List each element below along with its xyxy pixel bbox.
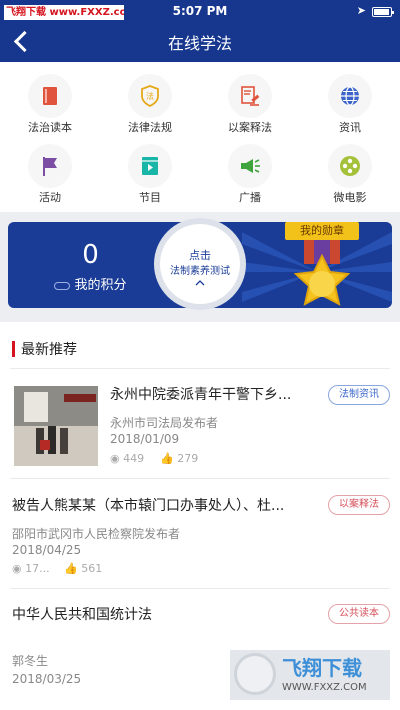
status-time: 5:07 PM [172, 4, 228, 18]
news-thumbnail [14, 386, 98, 466]
divider [10, 588, 390, 589]
score-value: 0 [82, 240, 99, 270]
news-title: 永州中院委派青年干警下乡... [110, 387, 292, 403]
literacy-test-line2: 法制素养测试 [170, 266, 230, 277]
battery-icon [372, 7, 394, 17]
globe-icon [328, 74, 372, 118]
category-label: 法律法规 [128, 121, 172, 134]
score-label: 我的积分 [18, 274, 163, 293]
category-laws[interactable]: 法 法律法规 [100, 68, 200, 136]
section-title: 最新推荐 [21, 342, 77, 358]
news-date: 2018/04/25 [12, 543, 82, 557]
views-count: ◉ 449 [110, 452, 145, 465]
likes-count: 👍 279 [160, 452, 199, 465]
section-accent-bar [12, 341, 15, 357]
eye-icon: ◉ [110, 452, 120, 465]
news-publisher: 永州市司法局发布者 [110, 416, 219, 430]
category-label: 广播 [239, 191, 261, 204]
category-programs[interactable]: 节目 [100, 138, 200, 206]
flag-icon [28, 144, 72, 188]
category-broadcast[interactable]: 广播 [200, 138, 300, 206]
divider [10, 368, 390, 369]
app-header: 飞翔下载 www.FXXZ.com 5:07 PM ➤ 在线学法 [0, 0, 400, 62]
book-icon [28, 74, 72, 118]
news-title: 被告人熊某某（本市辕门口办事处人）、杜... [12, 498, 285, 514]
category-case-law[interactable]: 以案释法 [200, 68, 300, 136]
cloud-icon [54, 281, 71, 290]
category-label: 以案释法 [228, 121, 272, 134]
news-title: 中华人民共和国统计法 [12, 607, 152, 623]
category-label: 资讯 [339, 121, 361, 134]
category-activities[interactable]: 活动 [0, 138, 100, 206]
thumb-up-icon: 👍 [64, 562, 78, 575]
category-micro-film[interactable]: 微电影 [300, 138, 400, 206]
page-title: 在线学法 [167, 34, 232, 53]
news-tag[interactable]: 公共读本 [328, 604, 390, 624]
news-tag[interactable]: 法制资讯 [328, 385, 390, 405]
category-label: 法治读本 [28, 121, 72, 134]
eye-icon: ◉ [12, 562, 22, 575]
play-screen-icon [128, 144, 172, 188]
news-publisher: 邵阳市武冈市人民检察院发布者 [12, 527, 181, 541]
category-label: 活动 [39, 191, 61, 204]
status-bar: 飞翔下载 www.FXXZ.com 5:07 PM ➤ [0, 0, 400, 24]
divider [10, 478, 390, 479]
thumb-up-icon: 👍 [160, 452, 174, 465]
news-date: 2018/01/09 [110, 432, 180, 446]
category-news[interactable]: 资讯 [300, 68, 400, 136]
watermark-bottom: 飞翔下载 WWW.FXXZ.COM [230, 650, 390, 700]
news-date: 2018/03/25 [12, 672, 82, 686]
news-publisher: 郭冬生 [12, 654, 49, 668]
views-count: ◉ 17... [12, 562, 50, 575]
svg-text:法: 法 [146, 91, 154, 101]
news-tag[interactable]: 以案释法 [328, 495, 390, 515]
location-icon: ➤ [356, 4, 366, 17]
watermark-url: WWW.FXXZ.COM [282, 682, 367, 693]
category-law-reader[interactable]: 法治读本 [0, 68, 100, 136]
shield-law-icon: 法 [128, 74, 172, 118]
category-label: 微电影 [333, 191, 367, 204]
medal-icon[interactable] [264, 228, 380, 330]
film-reel-icon [328, 144, 372, 188]
megaphone-icon [228, 144, 272, 188]
literacy-test-line1: 点击 [189, 249, 211, 262]
gavel-doc-icon [228, 74, 272, 118]
category-label: 节目 [139, 191, 161, 204]
my-medal-label: 我的勋章 [285, 222, 359, 240]
chevron-up-icon [195, 280, 205, 286]
category-grid: 法治读本 法 法律法规 以案释法 资讯 活动 节目 广播 微电影 [0, 68, 400, 208]
watermark-logo-icon [234, 653, 276, 695]
latest-recommend-heading: 最新推荐 [0, 332, 400, 366]
watermark-brand: 飞翔下载 [282, 656, 362, 680]
likes-count: 👍 561 [64, 562, 103, 575]
